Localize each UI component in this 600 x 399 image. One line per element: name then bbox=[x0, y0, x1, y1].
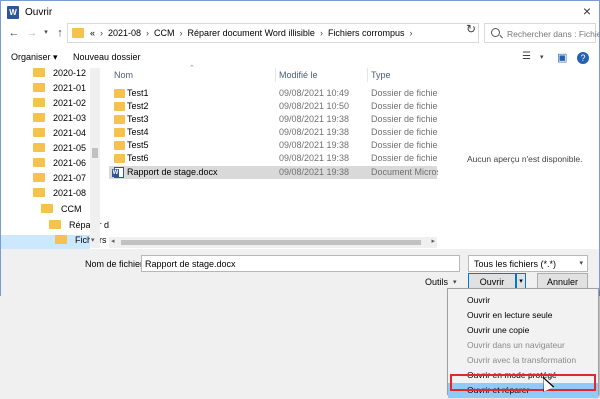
file-list: Nom ⌃ Modifié le Type Test1 09/08/2021 1… bbox=[109, 65, 449, 248]
nav-item-folder[interactable]: 2021-07 bbox=[33, 173, 86, 188]
recent-dropdown-icon[interactable]: ▾ bbox=[39, 26, 53, 40]
menu-item-open-copy[interactable]: Ouvrir une copie bbox=[448, 323, 598, 337]
folder-icon bbox=[33, 143, 45, 152]
help-icon[interactable]: ? bbox=[577, 52, 589, 64]
nav-item-folder[interactable]: 2021-05 bbox=[33, 143, 86, 158]
filetype-select[interactable]: Tous les fichiers (*.*) ▾ bbox=[468, 255, 588, 272]
nav-item-folder[interactable]: 2020-12 bbox=[33, 68, 86, 83]
nav-item-folder[interactable]: 2021-03 bbox=[33, 113, 86, 128]
nav-item-folder[interactable]: 2021-02 bbox=[33, 98, 86, 113]
file-row[interactable]: Test1 09/08/2021 10:49 Dossier de fichie… bbox=[109, 87, 445, 100]
preview-message: Aucun aperçu n'est disponible. bbox=[467, 154, 583, 164]
nav-item-folder[interactable]: 2021-04 bbox=[33, 128, 86, 143]
breadcrumb-item[interactable]: 2021-08 bbox=[108, 28, 141, 38]
column-header-type[interactable]: Type bbox=[371, 70, 391, 80]
folder-icon bbox=[114, 141, 125, 150]
address-bar[interactable]: «› 2021-08 › CCM › Réparer document Word illi… bbox=[67, 23, 509, 43]
menu-item-open-read-only[interactable]: Ouvrir en lecture seule bbox=[448, 308, 598, 322]
filetype-value: Tous les fichiers (*.*) bbox=[474, 259, 557, 269]
file-row[interactable]: Test3 09/08/2021 19:38 Dossier de fichie… bbox=[109, 113, 445, 126]
chevron-left-icon[interactable]: ◂ bbox=[111, 237, 115, 245]
file-row-selected[interactable]: Rapport de stage.docx 09/08/2021 19:38 D… bbox=[109, 166, 449, 179]
folder-icon bbox=[41, 204, 53, 213]
breadcrumb-item[interactable]: CCM bbox=[154, 28, 175, 38]
chevron-down-icon[interactable]: ▾ bbox=[91, 236, 95, 244]
filename-field[interactable]: Rapport de stage.docx bbox=[141, 255, 460, 272]
folder-icon bbox=[114, 154, 125, 163]
breadcrumb-item[interactable]: Fichiers corrompus bbox=[328, 28, 405, 38]
folder-icon bbox=[33, 68, 45, 77]
nav-item-folder[interactable]: 2021-06 bbox=[33, 158, 86, 173]
preview-pane: Aucun aperçu n'est disponible. bbox=[438, 68, 599, 248]
column-separator[interactable] bbox=[275, 68, 276, 82]
nav-item-folder[interactable]: CCM bbox=[41, 204, 82, 219]
column-header-name[interactable]: Nom bbox=[114, 70, 133, 80]
breadcrumb-item[interactable]: Réparer document Word illisible bbox=[188, 28, 315, 38]
folder-icon bbox=[33, 113, 45, 122]
search-input[interactable]: Rechercher dans : Fichiers co... bbox=[484, 23, 600, 43]
window-title: Ouvrir bbox=[25, 7, 53, 18]
annotation-highlight-box bbox=[450, 374, 596, 391]
folder-icon bbox=[33, 173, 45, 182]
up-arrow-icon[interactable]: ↑ bbox=[53, 26, 67, 40]
view-options-icon[interactable]: ☰ bbox=[522, 51, 531, 62]
filename-value: Rapport de stage.docx bbox=[145, 259, 236, 269]
refresh-icon[interactable]: ↻ bbox=[466, 22, 476, 36]
folder-icon bbox=[114, 115, 125, 124]
sort-arrow-icon: ⌃ bbox=[189, 65, 195, 72]
toolbar: Organiser ▾ Nouveau dossier ☰ ▾ ▣ ? bbox=[1, 49, 599, 67]
breadcrumb[interactable]: «› 2021-08 › CCM › Réparer document Word illi… bbox=[90, 28, 417, 38]
scrollbar-thumb[interactable] bbox=[121, 240, 421, 245]
nav-scrollbar[interactable]: ▾ bbox=[90, 68, 100, 248]
menu-item-open[interactable]: Ouvrir bbox=[448, 293, 598, 307]
chevron-down-icon: ▾ bbox=[579, 260, 583, 267]
file-row[interactable]: Test6 09/08/2021 19:38 Dossier de fichie… bbox=[109, 152, 445, 165]
new-folder-button[interactable]: Nouveau dossier bbox=[73, 52, 141, 62]
search-placeholder: Rechercher dans : Fichiers co... bbox=[507, 29, 600, 39]
back-arrow-icon[interactable]: ← bbox=[7, 26, 21, 40]
menu-item-open-transform: Ouvrir avec la transformation bbox=[467, 355, 577, 365]
scrollbar-thumb[interactable] bbox=[92, 148, 98, 158]
folder-icon bbox=[114, 102, 125, 111]
chevron-down-icon[interactable]: ▾ bbox=[453, 278, 457, 286]
filename-label: Nom de fichier : bbox=[85, 259, 149, 269]
nav-item-folder[interactable]: 2021-01 bbox=[33, 83, 86, 98]
folder-icon bbox=[33, 188, 45, 197]
search-icon bbox=[491, 28, 500, 37]
navigation-pane: 2020-12 2021-01 2021-02 2021-03 2021-04 … bbox=[1, 68, 109, 250]
file-row[interactable]: Test4 09/08/2021 19:38 Dossier de fichie… bbox=[109, 126, 445, 139]
menu-item-open-browser: Ouvrir dans un navigateur bbox=[467, 340, 565, 350]
chevron-right-icon[interactable]: ▸ bbox=[431, 237, 435, 245]
file-row[interactable]: Test2 09/08/2021 10:50 Dossier de fichie… bbox=[109, 100, 445, 113]
folder-icon bbox=[33, 158, 45, 167]
file-row[interactable]: Test5 09/08/2021 19:38 Dossier de fichie… bbox=[109, 139, 445, 152]
folder-icon bbox=[33, 128, 45, 137]
nav-item-folder[interactable]: Réparer d bbox=[49, 220, 109, 235]
word-doc-icon bbox=[112, 167, 124, 178]
horizontal-scrollbar[interactable]: ◂ ▸ bbox=[109, 237, 437, 248]
folder-icon bbox=[72, 28, 84, 38]
column-header-date[interactable]: Modifié le bbox=[279, 70, 318, 80]
preview-pane-icon[interactable]: ▣ bbox=[557, 51, 567, 64]
word-app-icon: W bbox=[7, 6, 19, 19]
nav-item-current-folder[interactable]: Fichiers bbox=[1, 235, 107, 250]
folder-icon bbox=[33, 98, 45, 107]
address-row: ← → ▾ ↑ «› 2021-08 › CCM › Réparer document W… bbox=[1, 21, 600, 47]
tools-button[interactable]: Outils bbox=[425, 277, 448, 287]
folder-icon bbox=[114, 89, 125, 98]
folder-icon bbox=[114, 128, 125, 137]
folder-icon bbox=[49, 220, 61, 229]
close-icon[interactable]: × bbox=[583, 3, 591, 19]
forward-arrow-icon[interactable]: → bbox=[25, 26, 39, 40]
folder-icon bbox=[55, 235, 67, 244]
column-separator[interactable] bbox=[367, 68, 368, 82]
nav-item-folder[interactable]: 2021-08 bbox=[33, 188, 86, 203]
organize-button[interactable]: Organiser ▾ bbox=[11, 52, 58, 63]
folder-icon bbox=[33, 83, 45, 92]
view-dropdown-icon[interactable]: ▾ bbox=[540, 53, 544, 61]
open-dialog: W Ouvrir × ← → ▾ ↑ «› 2021-08 › CCM › Réparer… bbox=[0, 0, 600, 297]
